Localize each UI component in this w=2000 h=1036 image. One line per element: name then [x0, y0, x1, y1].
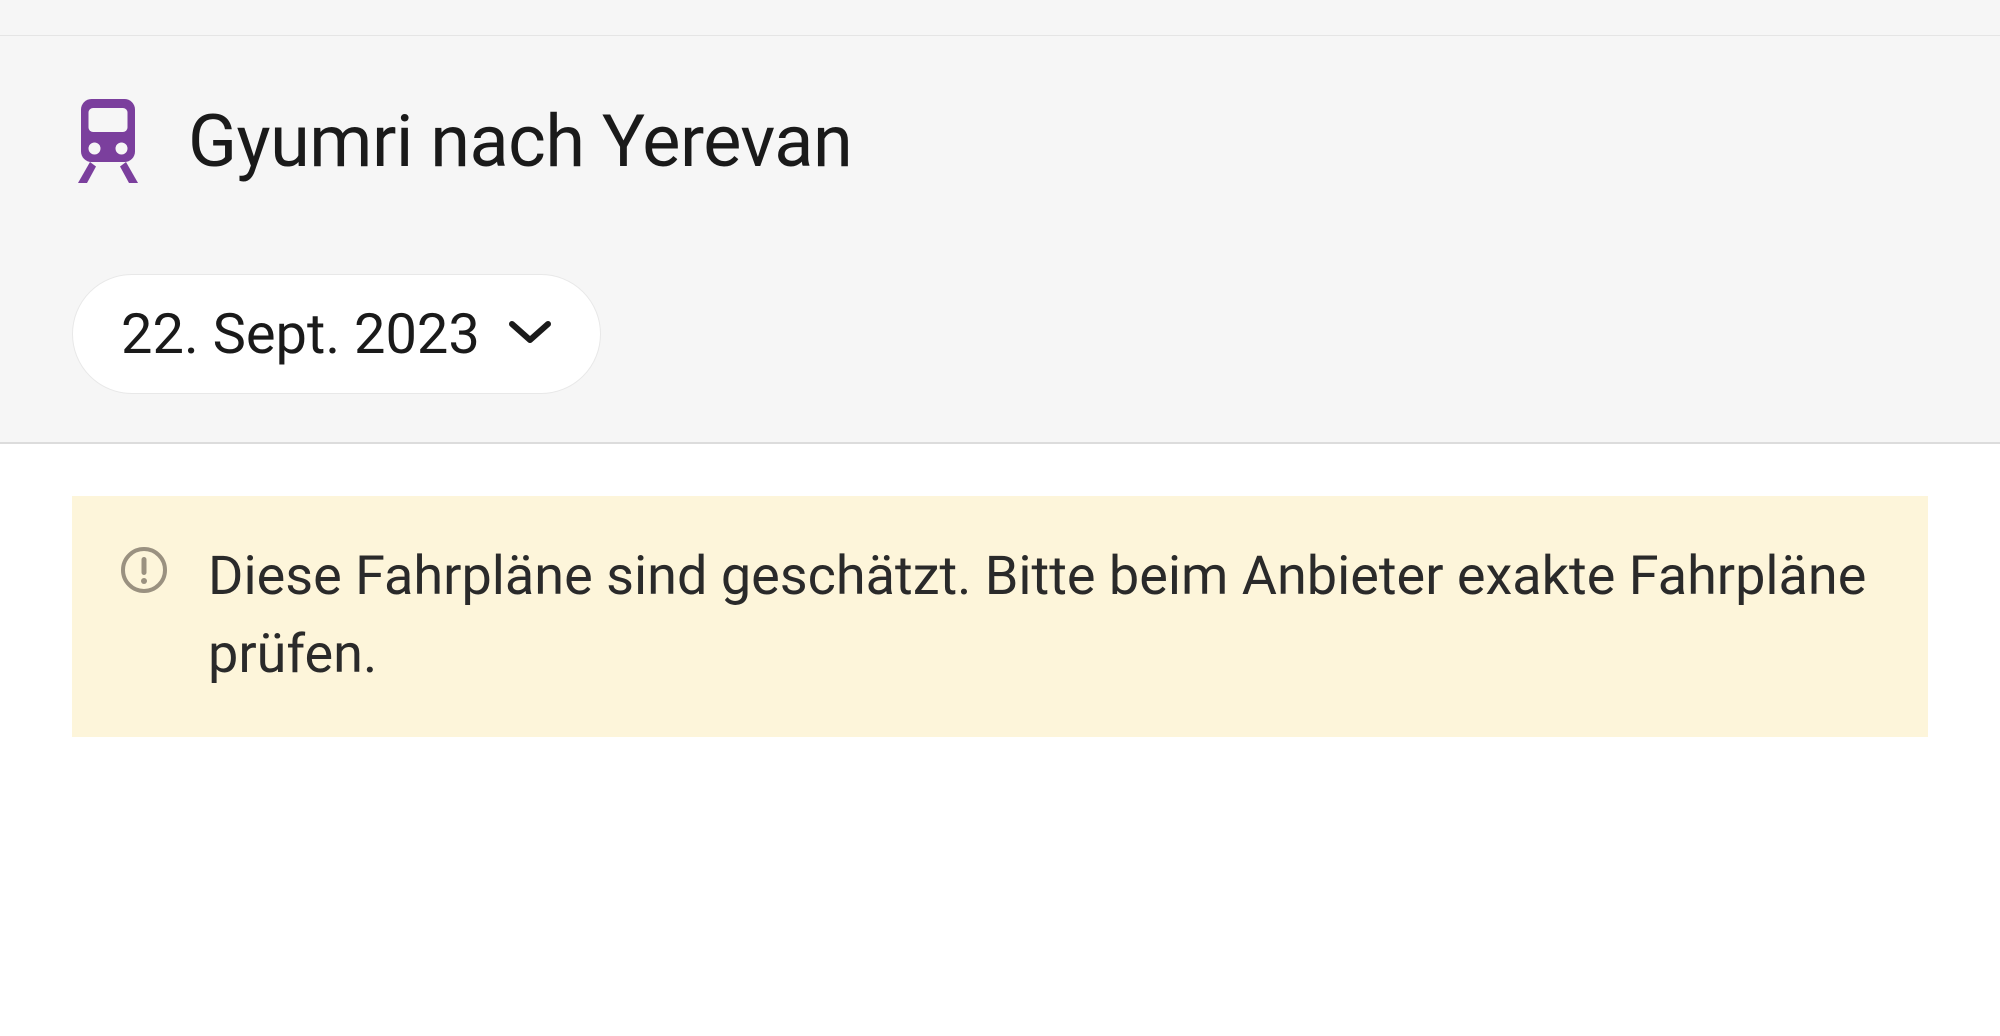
date-label: 22. Sept. 2023 [121, 301, 480, 367]
top-strip [0, 0, 2000, 36]
warning-banner: Diese Fahrpläne sind geschätzt. Bitte be… [72, 496, 1928, 737]
date-picker[interactable]: 22. Sept. 2023 [72, 274, 601, 394]
warning-icon [120, 538, 168, 598]
chevron-down-icon [508, 318, 552, 350]
train-icon [72, 96, 144, 186]
warning-message: Diese Fahrpläne sind geschätzt. Bitte be… [208, 538, 1880, 695]
route-row: Gyumri nach Yerevan [72, 96, 1928, 186]
header-section: Gyumri nach Yerevan 22. Sept. 2023 [0, 36, 2000, 444]
content-section: Diese Fahrpläne sind geschätzt. Bitte be… [0, 444, 2000, 789]
route-title: Gyumri nach Yerevan [188, 99, 852, 184]
